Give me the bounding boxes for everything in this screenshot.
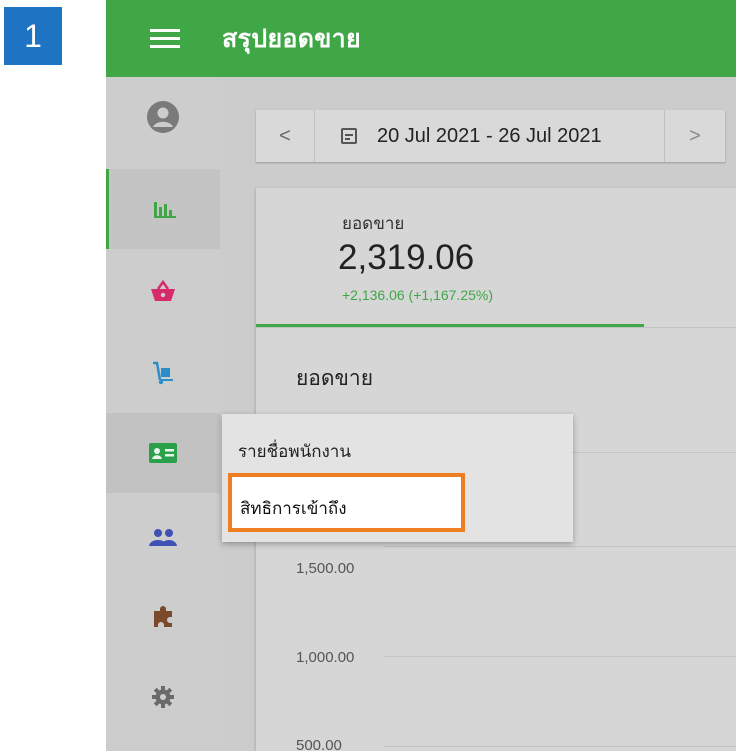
kpi-label: ยอดขาย bbox=[342, 214, 405, 233]
top-app-bar: สรุปยอดขาย bbox=[106, 0, 736, 77]
id-card-icon bbox=[149, 443, 177, 463]
y-axis-label: 1,000.00 bbox=[296, 649, 355, 666]
account-circle-icon bbox=[147, 101, 179, 133]
sidebar-item-products[interactable] bbox=[106, 251, 220, 331]
chart-gridline bbox=[384, 546, 736, 547]
divider bbox=[256, 327, 736, 328]
gear-icon bbox=[152, 686, 174, 708]
date-range-text: 20 Jul 2021 - 26 Jul 2021 bbox=[377, 124, 602, 147]
menu-item-access-rights: สิทธิการเข้าถึง bbox=[240, 499, 347, 518]
hand-truck-icon bbox=[153, 361, 173, 385]
people-icon bbox=[149, 529, 177, 546]
highlighted-menu-item-access-rights[interactable]: สิทธิการเข้าถึง bbox=[228, 473, 465, 532]
sidebar-item-profile[interactable] bbox=[106, 77, 220, 157]
page-title: สรุปยอดขาย bbox=[222, 24, 361, 53]
step-number-badge: 1 bbox=[4, 7, 62, 65]
sales-kpi-tab[interactable]: ยอดขาย 2,319.06 +2,136.06 (+1,167.25%) bbox=[256, 188, 644, 327]
sidebar-item-employees[interactable] bbox=[106, 413, 220, 493]
y-axis-label: 1,500.00 bbox=[296, 560, 355, 577]
sidebar-item-settings[interactable] bbox=[106, 657, 220, 737]
previous-range-button[interactable]: < bbox=[256, 110, 315, 162]
kpi-change: +2,136.06 (+1,167.25%) bbox=[342, 287, 494, 303]
bar-chart-icon bbox=[153, 202, 176, 218]
kpi-value: 2,319.06 bbox=[338, 238, 475, 277]
date-range-picker: < 20 Jul 2021 - 26 Jul 2021 > bbox=[256, 110, 725, 162]
menu-item-employee-list[interactable]: รายชื่อพนักงาน bbox=[238, 438, 351, 465]
puzzle-icon bbox=[154, 606, 172, 627]
sidebar-item-sales-summary[interactable] bbox=[106, 169, 220, 249]
sidebar bbox=[106, 77, 220, 751]
sidebar-item-extensions[interactable] bbox=[106, 577, 220, 657]
hamburger-icon[interactable] bbox=[150, 24, 180, 53]
date-range-field[interactable]: 20 Jul 2021 - 26 Jul 2021 bbox=[315, 110, 665, 162]
sidebar-item-inventory[interactable] bbox=[106, 333, 220, 413]
shopping-basket-icon bbox=[151, 280, 175, 301]
chart-gridline bbox=[384, 746, 736, 747]
app-window: สรุปยอดขาย < 20 Jul 2021 - 26 Jul 2021 >… bbox=[106, 0, 736, 751]
chart-title: ยอดขาย bbox=[296, 367, 374, 390]
calendar-icon bbox=[341, 128, 357, 144]
y-axis-label: 500.00 bbox=[296, 737, 342, 751]
chart-gridline bbox=[384, 656, 736, 657]
sidebar-item-customers[interactable] bbox=[106, 497, 220, 577]
next-range-button[interactable]: > bbox=[665, 110, 725, 162]
